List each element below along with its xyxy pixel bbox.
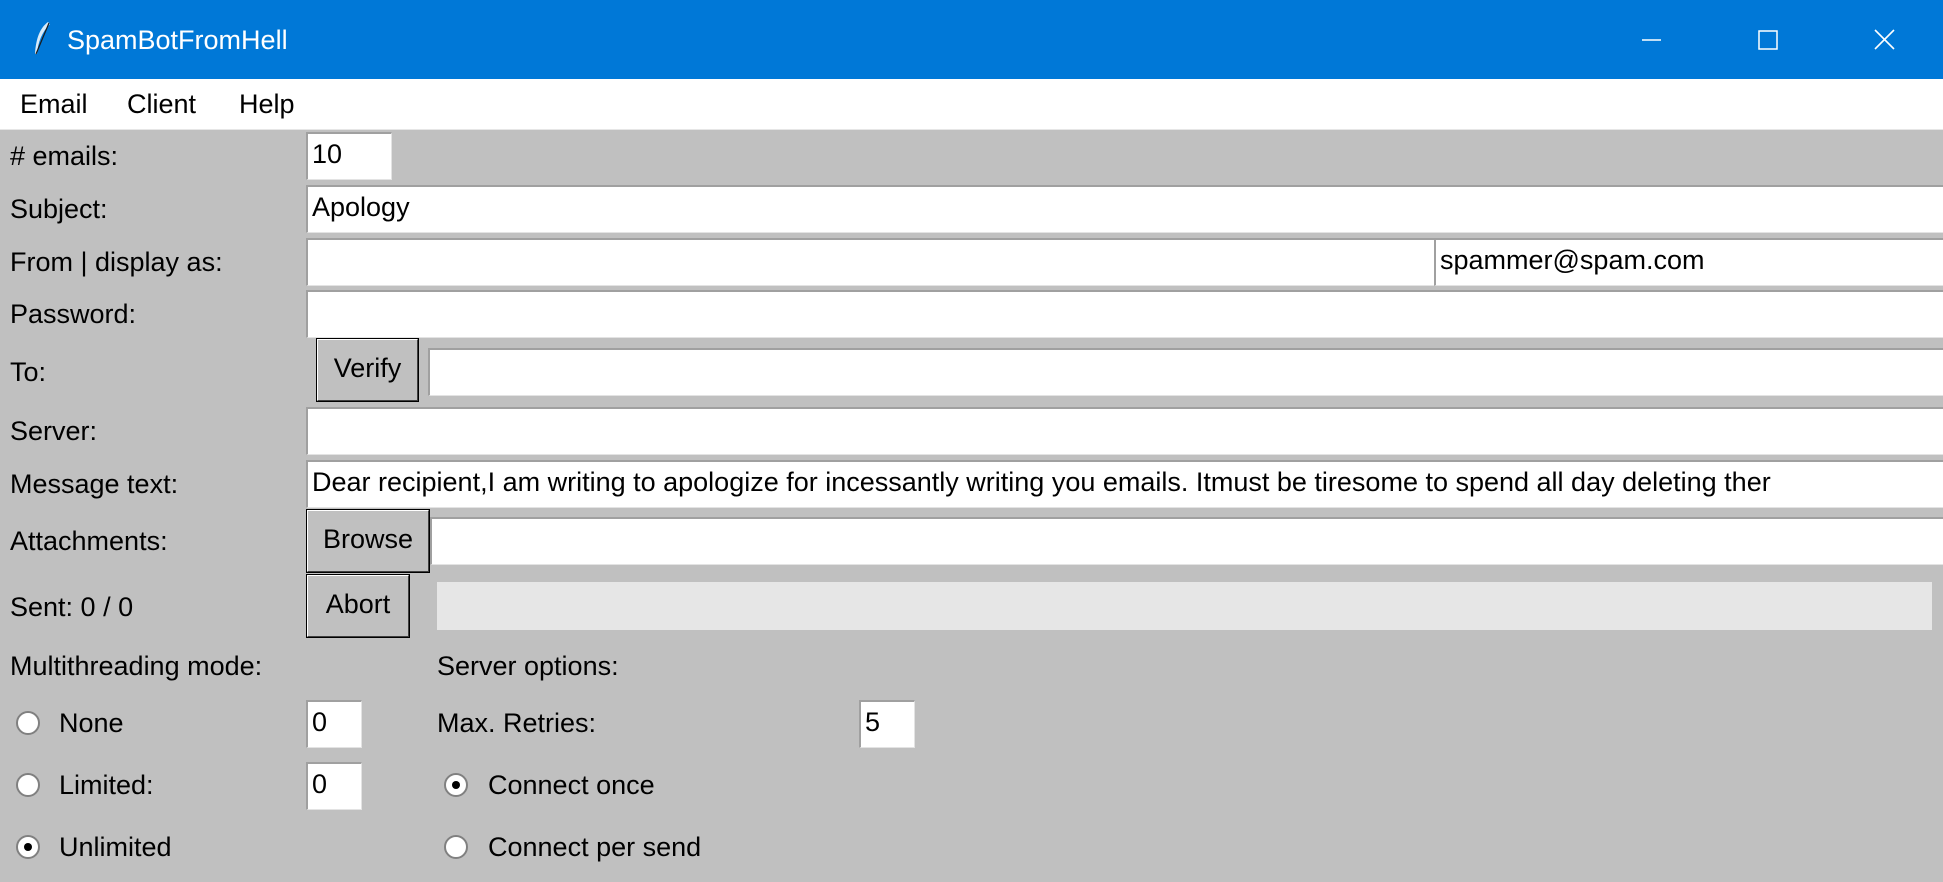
from-input[interactable]	[306, 238, 1436, 286]
subject-label: Subject:	[10, 194, 108, 224]
menu-help[interactable]: Help	[239, 88, 295, 120]
multithreading-heading: Multithreading mode:	[10, 651, 263, 681]
window-title: SpamBotFromHell	[67, 25, 288, 55]
none-threads-input[interactable]: 0	[306, 700, 362, 748]
close-button[interactable]	[1826, 0, 1942, 79]
radio-none[interactable]	[15, 710, 41, 736]
title-bar[interactable]: SpamBotFromHell	[0, 0, 1943, 79]
minimize-icon	[1642, 39, 1661, 41]
num-emails-input[interactable]: 10	[306, 132, 392, 180]
limited-threads-input[interactable]: 0	[306, 762, 362, 810]
sent-counter: Sent: 0 / 0	[10, 592, 134, 622]
radio-limited[interactable]	[15, 772, 41, 798]
attachments-label: Attachments:	[10, 526, 168, 556]
server-input[interactable]	[306, 407, 1943, 455]
feather-icon	[35, 22, 50, 55]
close-icon	[1874, 29, 1895, 50]
radio-connect-once-label: Connect once	[488, 770, 655, 800]
radio-connect-per-send-label: Connect per send	[488, 832, 702, 862]
maximize-icon	[1758, 30, 1778, 50]
radio-connect-once[interactable]	[443, 772, 469, 798]
subject-input[interactable]: Apology	[306, 185, 1943, 233]
from-label: From | display as:	[10, 247, 223, 277]
message-label: Message text:	[10, 469, 179, 499]
minimize-button[interactable]	[1594, 0, 1710, 79]
send-progress-bar	[437, 582, 1932, 630]
radio-unlimited-label: Unlimited	[59, 832, 172, 862]
verify-button[interactable]: Verify	[316, 338, 419, 402]
display-as-input[interactable]: spammer@spam.com	[1434, 238, 1943, 286]
password-label: Password:	[10, 299, 137, 329]
app-window: SpamBotFromHell Email Client Help # emai…	[0, 0, 1943, 882]
server-options-heading: Server options:	[437, 651, 619, 681]
maximize-button[interactable]	[1710, 0, 1826, 79]
radio-limited-label: Limited:	[59, 770, 154, 800]
password-input[interactable]	[306, 290, 1943, 338]
menu-bar: Email Client Help	[0, 79, 1943, 130]
max-retries-input[interactable]: 5	[859, 700, 915, 748]
to-label: To:	[10, 357, 47, 387]
radio-none-label: None	[59, 708, 124, 738]
browse-button[interactable]: Browse	[306, 509, 430, 573]
radio-unlimited[interactable]	[15, 834, 41, 860]
num-emails-label: # emails:	[10, 141, 119, 171]
menu-client[interactable]: Client	[127, 88, 196, 120]
radio-connect-per-send[interactable]	[443, 834, 469, 860]
abort-button[interactable]: Abort	[306, 574, 410, 638]
max-retries-label: Max. Retries:	[437, 708, 597, 738]
message-input[interactable]: Dear recipient,I am writing to apologize…	[306, 460, 1943, 508]
attachments-input[interactable]	[430, 517, 1943, 565]
server-label: Server:	[10, 416, 98, 446]
menu-email[interactable]: Email	[20, 88, 88, 120]
to-input[interactable]	[428, 348, 1943, 396]
